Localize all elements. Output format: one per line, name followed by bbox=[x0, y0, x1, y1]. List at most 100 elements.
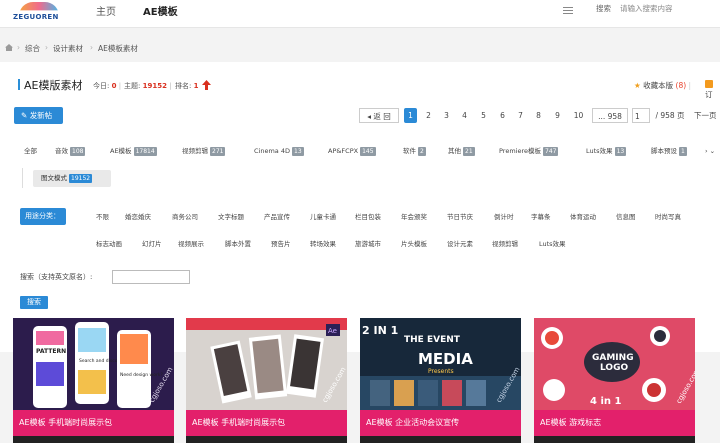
next-page-button[interactable]: 下一页 bbox=[694, 108, 720, 123]
breadcrumb-item[interactable]: 设计素材 bbox=[53, 43, 83, 54]
thread-title[interactable]: AE模板 手机端时尚展示包 bbox=[13, 410, 174, 436]
use-tag[interactable]: Luts效果 bbox=[539, 238, 566, 250]
category-other[interactable]: 其他 21 bbox=[448, 146, 475, 157]
thread-card[interactable]: GAMING LOGO 4 in 1 cgjoso.com AE模板 游戏标志 bbox=[534, 318, 695, 436]
use-tag[interactable]: 文字标题 bbox=[218, 211, 244, 223]
search-input[interactable]: 请输入搜索内容 bbox=[620, 3, 673, 14]
use-tag[interactable]: 片头模板 bbox=[401, 238, 427, 250]
use-tag[interactable]: 字幕条 bbox=[531, 211, 551, 223]
use-tag[interactable]: 旅游城市 bbox=[355, 238, 381, 250]
page-link[interactable]: 7 bbox=[514, 108, 527, 123]
thread-thumbnail[interactable]: PATTERN Search and discover Need design … bbox=[13, 318, 174, 410]
use-tag[interactable]: 体育运动 bbox=[570, 211, 596, 223]
page-link[interactable]: 6 bbox=[496, 108, 509, 123]
use-tag[interactable]: 儿童卡通 bbox=[310, 211, 336, 223]
use-tag[interactable]: 年会颁奖 bbox=[401, 211, 427, 223]
use-tag[interactable]: 节日节庆 bbox=[447, 211, 473, 223]
name-search-button[interactable]: 搜索 bbox=[20, 296, 48, 309]
breadcrumb-item[interactable]: AE模板素材 bbox=[98, 43, 138, 54]
search-label[interactable]: 搜索 bbox=[596, 3, 611, 14]
category-software[interactable]: 软件 2 bbox=[403, 146, 426, 157]
rss-label: 订 bbox=[705, 90, 713, 99]
next-row-thumbnail[interactable] bbox=[13, 436, 174, 443]
page-link[interactable]: 5 bbox=[477, 108, 490, 123]
use-tag[interactable]: 倒计时 bbox=[494, 211, 514, 223]
use-tag[interactable]: 设计元素 bbox=[447, 238, 473, 250]
chevron-left-icon: ◂ bbox=[367, 112, 371, 121]
category-label: AE模板 bbox=[110, 147, 132, 155]
use-tag[interactable]: 转场效果 bbox=[310, 238, 336, 250]
category-luts[interactable]: Luts效果 13 bbox=[586, 146, 627, 157]
page-link[interactable]: 9 bbox=[551, 108, 564, 123]
use-tag[interactable]: 视频剪辑 bbox=[492, 238, 518, 250]
page-link[interactable]: 2 bbox=[422, 108, 435, 123]
category-all[interactable]: 全部 bbox=[24, 146, 37, 157]
category-count: 108 bbox=[70, 147, 86, 156]
category-c4d[interactable]: Cinema 4D 13 bbox=[254, 146, 304, 157]
category-label: Cinema 4D bbox=[254, 147, 290, 155]
use-tag[interactable]: 产品宣传 bbox=[264, 211, 290, 223]
thread-title[interactable]: AE模板 手机端时尚展示包 bbox=[186, 410, 347, 436]
menu-icon[interactable] bbox=[563, 5, 573, 15]
breadcrumb-separator: › bbox=[90, 43, 93, 52]
view-mode-tab[interactable]: 图文模式 19152 bbox=[33, 170, 111, 187]
use-tag[interactable]: 信息图 bbox=[616, 211, 636, 223]
next-row-thumbnail[interactable] bbox=[186, 436, 347, 443]
site-logo[interactable]: ZEGUOREN bbox=[13, 2, 65, 24]
page-link[interactable]: 4 bbox=[458, 108, 471, 123]
use-tag[interactable]: 脚本外置 bbox=[225, 238, 251, 250]
thread-thumbnail[interactable]: GAMING LOGO 4 in 1 cgjoso.com bbox=[534, 318, 695, 410]
thread-card[interactable]: Ae cgjoso.com AE模板 手机端时尚展示包 bbox=[186, 318, 347, 436]
nav-ae-templates[interactable]: AE模板 bbox=[143, 3, 178, 18]
top-bar: ZEGUOREN 主页 AE模板 搜索 请输入搜索内容 bbox=[0, 0, 720, 28]
name-search-label: 搜索（支持英文原名）: bbox=[20, 273, 93, 281]
thread-card[interactable]: PATTERN Search and discover Need design … bbox=[13, 318, 174, 436]
use-tag[interactable]: 不限 bbox=[96, 211, 109, 223]
page-link[interactable]: 3 bbox=[440, 108, 453, 123]
category-premiere[interactable]: Premiere模板 747 bbox=[499, 146, 559, 157]
page-number-input[interactable]: 1 bbox=[632, 108, 650, 123]
category-ap-fcpx[interactable]: AP&FCPX 145 bbox=[328, 146, 376, 157]
use-tag[interactable]: 栏目包装 bbox=[355, 211, 381, 223]
next-row-thumbnail[interactable] bbox=[360, 436, 521, 443]
breadcrumb: › 综合 › 设计素材 › AE模板素材 bbox=[0, 40, 720, 56]
use-tag[interactable]: 预告片 bbox=[271, 238, 291, 250]
view-mode-count: 19152 bbox=[69, 174, 93, 183]
category-video-edit[interactable]: 视频剪辑 271 bbox=[182, 146, 226, 157]
card-text: 2 IN 1 bbox=[362, 324, 398, 337]
thread-thumbnail[interactable]: Ae cgjoso.com bbox=[186, 318, 347, 410]
favorite-button[interactable]: ★ 收藏本版 (8) | bbox=[634, 80, 691, 91]
view-mode-divider bbox=[22, 168, 23, 188]
category-count: 145 bbox=[360, 147, 376, 156]
category-sound[interactable]: 音效 108 bbox=[55, 146, 86, 157]
category-label: 其他 bbox=[448, 147, 461, 155]
thread-thumbnail[interactable]: 2 IN 1 THE EVENT MEDIA Presents cgjoso.c… bbox=[360, 318, 521, 410]
use-tag[interactable]: 幻灯片 bbox=[142, 238, 162, 250]
page-link[interactable]: 10 bbox=[570, 108, 587, 123]
category-script[interactable]: 脚本预设 1 bbox=[651, 146, 687, 157]
back-button[interactable]: ◂ 返 回 bbox=[359, 108, 399, 123]
use-tag[interactable]: 时尚写真 bbox=[655, 211, 681, 223]
category-more-icon[interactable]: › ⌄ bbox=[705, 146, 715, 157]
use-tag[interactable]: 视频展示 bbox=[178, 238, 204, 250]
use-tag[interactable]: 婚恋婚庆 bbox=[125, 211, 151, 223]
category-count: 13 bbox=[292, 147, 304, 156]
thread-card[interactable]: 2 IN 1 THE EVENT MEDIA Presents cgjoso.c… bbox=[360, 318, 521, 436]
new-post-button[interactable]: ✎ 发新帖 bbox=[14, 107, 63, 124]
thread-title[interactable]: AE模板 企业活动会议宣传 bbox=[360, 410, 521, 436]
thread-title[interactable]: AE模板 游戏标志 bbox=[534, 410, 695, 436]
page-link[interactable]: 1 bbox=[404, 108, 417, 123]
name-search-input[interactable] bbox=[112, 270, 190, 284]
category-ae[interactable]: AE模板 17814 bbox=[110, 146, 157, 157]
next-row-thumbnail[interactable] bbox=[534, 436, 695, 443]
last-page-link[interactable]: ... 958 bbox=[592, 108, 628, 123]
use-tag[interactable]: 商务公司 bbox=[172, 211, 198, 223]
use-tag[interactable]: 标志动画 bbox=[96, 238, 122, 250]
rss-button[interactable]: 订 bbox=[705, 80, 720, 100]
page-link[interactable]: 8 bbox=[532, 108, 545, 123]
topics-value: 19152 bbox=[142, 82, 167, 90]
breadcrumb-item[interactable]: 综合 bbox=[25, 43, 40, 54]
nav-home[interactable]: 主页 bbox=[96, 3, 116, 18]
category-count: 1 bbox=[679, 147, 687, 156]
home-icon[interactable] bbox=[5, 44, 13, 51]
